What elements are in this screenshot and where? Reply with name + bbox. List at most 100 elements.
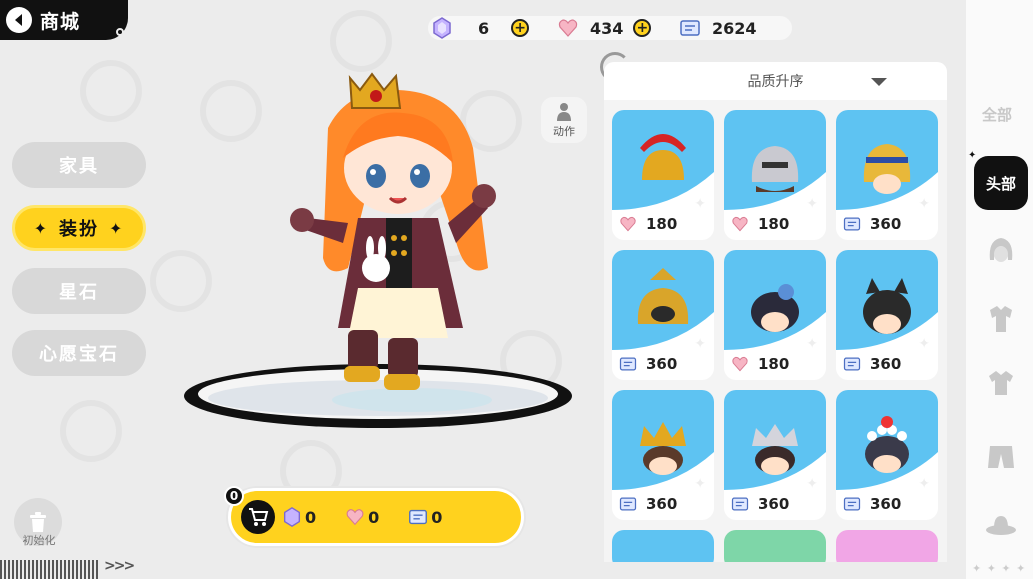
category-tab-label: 装扮 [59, 219, 99, 240]
category-tab-starstone[interactable]: 星石 [12, 268, 146, 314]
price-value: 180 [758, 215, 790, 233]
product-image [612, 250, 714, 350]
product-price: 360 [618, 354, 677, 374]
product-price: 360 [842, 494, 901, 514]
product-price: 360 [730, 494, 789, 514]
cart-heart-gem-value: 0 [368, 507, 380, 527]
ticket-icon [619, 497, 637, 511]
sparkle-icon: ✦ [918, 196, 930, 212]
heart-gem-icon [558, 19, 578, 37]
add-heart-gem-button[interactable]: + [633, 19, 652, 37]
rail-tab-head[interactable]: 头部 [974, 156, 1028, 210]
currency-bar: 6 + 434 + 2624 [428, 16, 792, 40]
sparkle-icon: ✦ [806, 476, 818, 492]
ticket-icon [619, 357, 637, 371]
product-price: 180 [730, 214, 789, 234]
cart-bar[interactable]: 0 0 0 [228, 488, 524, 546]
category-tab-dressup[interactable]: ✦ 装扮 ✦ [12, 205, 146, 251]
ticket-icon [843, 357, 861, 371]
product-image [724, 390, 826, 490]
cart-heart-gem: 0 [344, 506, 379, 528]
rail-dots-decoration: ✦ ✦ ✦ ✦ [972, 562, 1027, 575]
action-button[interactable]: 动作 [541, 97, 587, 143]
product-card[interactable]: ✦ 360 [612, 250, 714, 380]
heart-gem-icon [732, 216, 748, 232]
product-image [836, 390, 938, 490]
product-price: 180 [618, 214, 677, 234]
shirt-icon[interactable] [984, 366, 1018, 400]
category-tab-wish-gem[interactable]: 心愿宝石 [12, 330, 146, 376]
price-value: 360 [646, 495, 678, 513]
product-card[interactable]: ✦ 360 [724, 390, 826, 520]
product-card[interactable]: ✦ 360 [612, 390, 714, 520]
add-star-gem-button[interactable]: + [511, 19, 530, 37]
category-tab-furniture[interactable]: 家具 [12, 142, 146, 188]
sort-dropdown[interactable]: 品质升序 [604, 62, 947, 100]
reset-label: 初始化 [22, 534, 56, 547]
cart-ticket: 0 [407, 506, 442, 528]
product-card[interactable]: ✦ 360 [836, 110, 938, 240]
sparkle-icon: ✦ [694, 196, 706, 212]
product-panel: 品质升序 ✦ 180 ✦ 180 ✦ 360 ✦ 360 ✦ 180 ✦ 360 ✦ 360 ✦ 360 ✦ 36… [604, 62, 947, 562]
cart-icon[interactable] [241, 500, 275, 534]
price-value: 180 [758, 355, 790, 373]
ticket-icon [843, 497, 861, 511]
product-card[interactable]: ✦ 180 [724, 250, 826, 380]
product-image [836, 110, 938, 210]
back-arrow-icon [6, 7, 32, 33]
action-label: 动作 [553, 125, 575, 138]
product-card-partial[interactable] [724, 530, 826, 562]
product-price: 180 [730, 354, 789, 374]
heart-gem-icon [620, 216, 636, 232]
product-card[interactable]: ✦ 360 [836, 390, 938, 520]
cart-count-badge: 0 [224, 486, 244, 506]
page-title: 商城 [40, 10, 81, 33]
product-card-partial[interactable] [612, 530, 714, 562]
sparkle-icon: ✦ [109, 218, 125, 238]
category-tab-label: 家具 [59, 156, 99, 177]
hat-icon[interactable] [984, 508, 1018, 542]
product-image [724, 110, 826, 210]
price-value: 360 [646, 355, 678, 373]
ticket-icon [843, 217, 861, 231]
star-gem-count: 6 [478, 18, 490, 38]
star-gem-icon [283, 507, 301, 527]
currency-heart-gem: 434 + [548, 16, 676, 40]
rail-tab-all[interactable]: 全部 [982, 104, 1012, 125]
product-price: 360 [842, 354, 901, 374]
price-value: 180 [646, 215, 678, 233]
product-image [612, 110, 714, 210]
currency-ticket: 2624 [676, 16, 786, 40]
outfit-icon[interactable] [984, 302, 1018, 336]
rail-tab-head-label: 头部 [985, 174, 1016, 193]
sparkle-icon: ✦ [806, 336, 818, 352]
sparkle-icon: ✦ [33, 218, 49, 238]
back-button[interactable]: 商城 [0, 0, 128, 40]
pose-icon [557, 103, 571, 121]
product-card[interactable]: ✦ 360 [836, 250, 938, 380]
heart-gem-icon [346, 509, 364, 526]
price-value: 360 [870, 495, 902, 513]
star-gem-icon [433, 17, 451, 39]
pants-icon[interactable] [984, 440, 1018, 474]
character-avatar[interactable] [288, 68, 528, 398]
hair-icon[interactable] [984, 232, 1018, 266]
sort-label: 品质升序 [747, 74, 804, 90]
sparkle-icon: ✦ [918, 476, 930, 492]
chevron-down-icon [871, 78, 887, 86]
sparkle-icon: ✦ [806, 196, 818, 212]
heart-gem-count: 434 [590, 18, 624, 38]
product-image [836, 250, 938, 350]
category-tab-label: 星石 [59, 282, 99, 303]
sparkle-icon: ✦ [918, 336, 930, 352]
price-value: 360 [870, 215, 902, 233]
product-card-partial[interactable] [836, 530, 938, 562]
ticket-icon [409, 509, 428, 525]
right-rail [966, 0, 1033, 579]
ticket-icon [680, 20, 700, 36]
product-card[interactable]: ✦ 180 [724, 110, 826, 240]
cart-ticket-value: 0 [431, 507, 443, 527]
cart-star-gem: 0 [281, 506, 316, 528]
product-card[interactable]: ✦ 180 [612, 110, 714, 240]
product-image [724, 250, 826, 350]
